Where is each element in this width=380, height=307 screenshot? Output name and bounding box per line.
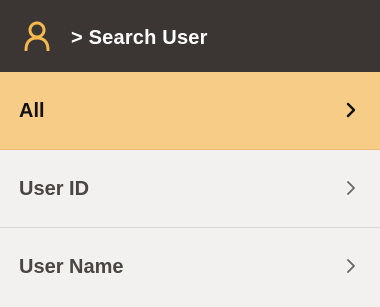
menu-item-user-name[interactable]: User Name — [0, 228, 380, 307]
menu-item-label: All — [19, 100, 45, 122]
user-icon — [24, 21, 50, 51]
menu-item-label: User Name — [19, 256, 124, 278]
search-menu: All User ID User Name — [0, 72, 380, 307]
menu-item-label: User ID — [19, 178, 90, 200]
header-bar: > Search User — [0, 0, 380, 72]
menu-item-all[interactable]: All — [0, 72, 380, 150]
chevron-right-icon — [346, 102, 356, 118]
search-user-screen: > Search User All User ID User Name — [0, 0, 380, 307]
page-title: > Search User — [71, 27, 208, 49]
chevron-right-icon — [347, 181, 355, 195]
chevron-right-icon — [347, 259, 355, 273]
menu-item-user-id[interactable]: User ID — [0, 150, 380, 228]
